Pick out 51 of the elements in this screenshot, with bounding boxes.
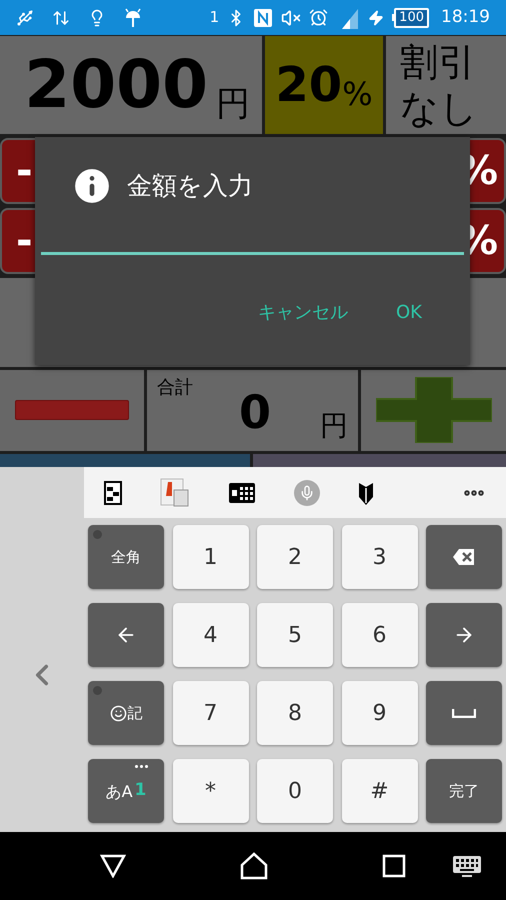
digit-key[interactable]: 4 — [172, 603, 248, 667]
nfc-icon — [253, 8, 274, 28]
dialog-title: 金額を入力 — [127, 170, 253, 202]
space-key[interactable] — [426, 681, 502, 745]
digit-key[interactable]: 7 — [172, 681, 248, 745]
smiley-icon — [110, 704, 126, 722]
digit-key[interactable]: # — [342, 759, 418, 823]
no-discount-button[interactable]: 割引なし — [386, 36, 506, 134]
function-key[interactable]: 全角 — [88, 525, 164, 589]
digit-key[interactable]: * — [172, 759, 248, 823]
total-value: 0 — [239, 384, 272, 440]
space-icon — [452, 708, 476, 718]
function-key[interactable]: 完了 — [426, 759, 502, 823]
dictionary-icon[interactable] — [160, 478, 190, 508]
currency-unit: 円 — [320, 408, 348, 444]
recents-icon[interactable] — [382, 854, 406, 878]
plus-icon — [376, 377, 492, 444]
keyboard-icon[interactable] — [452, 855, 482, 877]
keypad-icon[interactable] — [228, 482, 256, 504]
dialog-button[interactable]: OK — [396, 299, 422, 326]
rate-value: 20 — [275, 56, 342, 116]
minus-icon — [15, 400, 129, 420]
total-label: 合計 — [157, 376, 193, 400]
digit-key[interactable]: 3 — [342, 525, 418, 589]
percent-unit: % — [342, 74, 373, 116]
charging-icon — [368, 10, 384, 26]
clock: 18:19 — [441, 6, 490, 29]
battery-icon: 100 — [392, 8, 429, 28]
usb-icon — [16, 8, 34, 26]
dots-icon — [135, 765, 148, 768]
home-icon[interactable] — [240, 852, 268, 880]
mute-icon — [281, 8, 302, 28]
digit-key[interactable]: 1 — [172, 525, 248, 589]
digit-key[interactable]: 5 — [257, 603, 333, 667]
sim-number: 1 — [210, 7, 220, 28]
symbol-key[interactable]: 記 — [88, 681, 164, 745]
arrows-icon — [52, 8, 70, 26]
digit-key[interactable]: 0 — [257, 759, 333, 823]
backspace-icon — [452, 548, 476, 566]
digit-key[interactable]: 8 — [257, 681, 333, 745]
mode-key[interactable]: あA 1 — [88, 759, 164, 823]
price-value: 2000 — [24, 52, 208, 118]
digit-key[interactable]: 9 — [342, 681, 418, 745]
currency-unit: 円 — [216, 83, 250, 126]
backspace-key[interactable] — [426, 525, 502, 589]
digit-key[interactable]: 6 — [342, 603, 418, 667]
back-icon[interactable] — [100, 854, 126, 878]
digit-key[interactable]: 2 — [257, 525, 333, 589]
layout-icon[interactable] — [104, 480, 122, 504]
dialog-button[interactable]: キャンセル — [258, 299, 348, 326]
alarm-icon — [309, 8, 328, 27]
